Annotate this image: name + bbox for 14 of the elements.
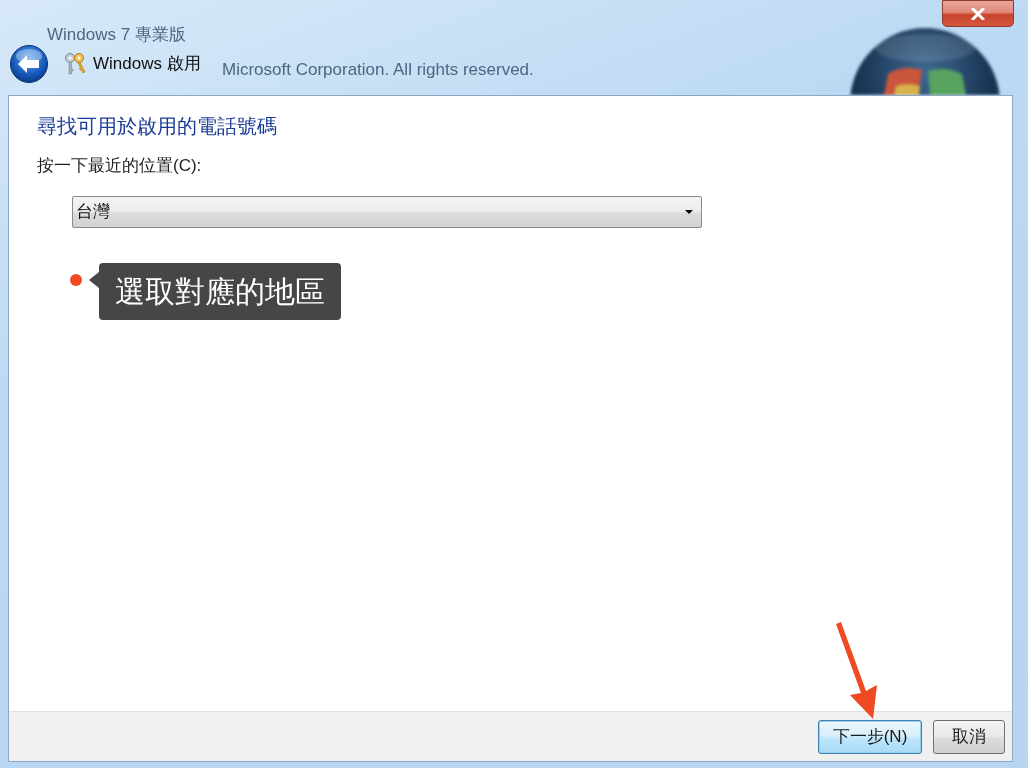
next-button[interactable]: 下一步(N) (818, 719, 922, 754)
location-dropdown[interactable]: 台灣 (72, 196, 702, 228)
dot-icon (70, 274, 82, 286)
keys-icon (63, 52, 87, 76)
page-heading: 尋找可用於啟用的電話號碼 (37, 114, 277, 139)
location-label: 按一下最近的位置(C): (37, 155, 202, 177)
background-text: Microsoft Corporation. All rights reserved. (222, 59, 534, 81)
dropdown-caret-icon (685, 210, 693, 214)
close-icon (971, 7, 985, 20)
background-text: Windows 7 專業版 (47, 24, 186, 46)
window-title: Windows 啟用 (93, 53, 201, 76)
cancel-button[interactable]: 取消 (933, 719, 1005, 754)
close-button[interactable] (942, 0, 1014, 27)
callout: 選取對應的地區 (89, 263, 341, 320)
